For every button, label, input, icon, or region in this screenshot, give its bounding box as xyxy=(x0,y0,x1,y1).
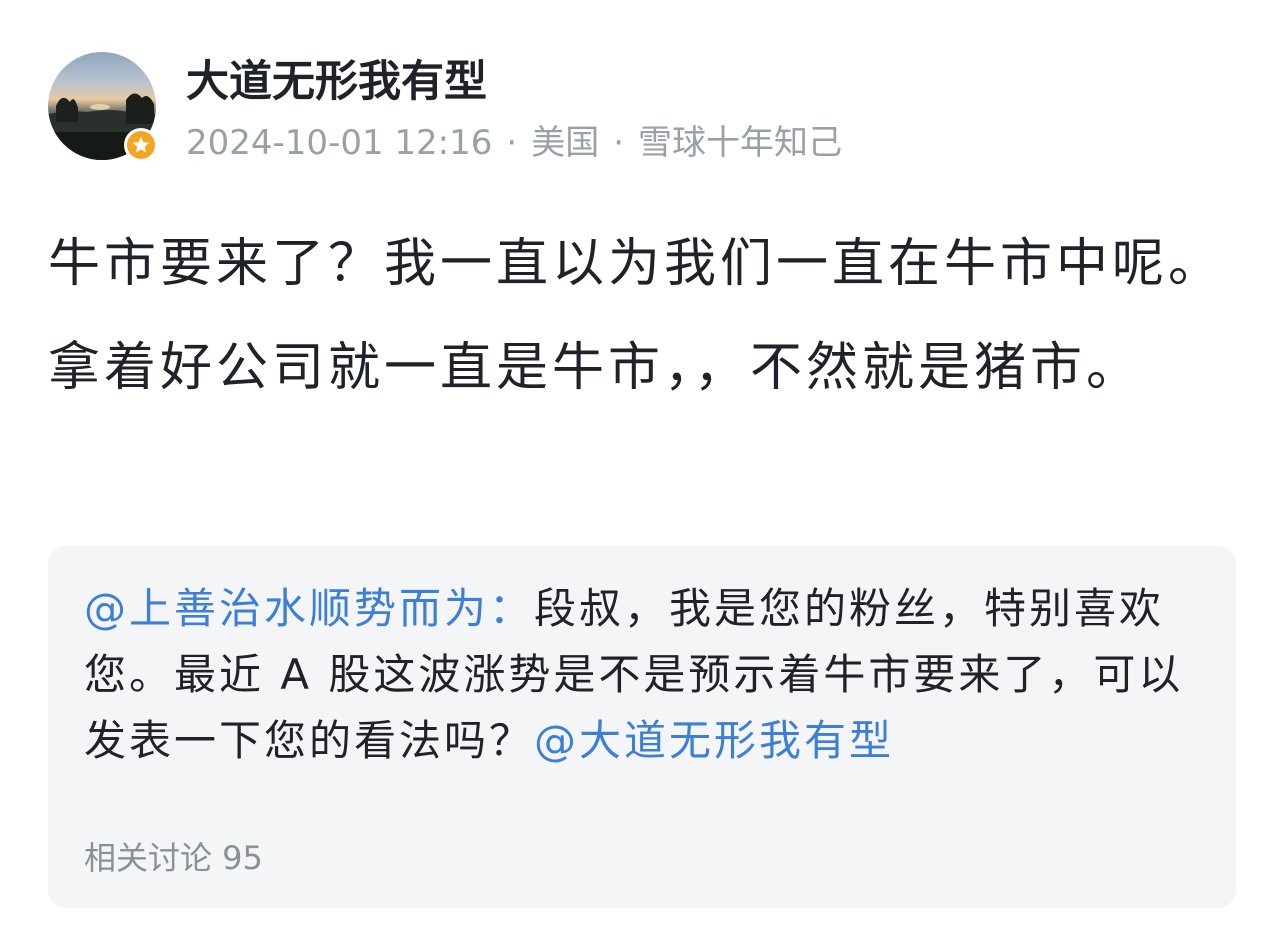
author-avatar[interactable] xyxy=(48,52,158,162)
meta-separator: · xyxy=(613,123,625,163)
meta-separator: · xyxy=(506,123,518,163)
related-discussions[interactable]: 相关讨论 95 xyxy=(84,838,263,878)
verified-badge xyxy=(124,128,158,162)
post-location: 美国 xyxy=(531,123,600,163)
quoted-user-mention[interactable]: @上善治水顺势而为： xyxy=(84,584,534,633)
author-name[interactable]: 大道无形我有型 xyxy=(186,56,487,108)
post-detail: 大道无形我有型 2024-10-01 12:16 · 美国 · 雪球十年知己 牛市要来了… xyxy=(0,0,1284,940)
star-icon xyxy=(132,136,150,153)
quoted-text: @上善治水顺势而为：段叔，我是您的粉丝，特别喜欢您。最近 A 股这波涨势是不是预… xyxy=(84,576,1214,774)
trailing-mention[interactable]: @大道无形我有型 xyxy=(534,716,894,765)
relation-label: 雪球十年知己 xyxy=(638,123,843,163)
quoted-question-card[interactable]: @上善治水顺势而为：段叔，我是您的粉丝，特别喜欢您。最近 A 股这波涨势是不是预… xyxy=(48,546,1236,908)
post-content: 牛市要来了？我一直以为我们一直在牛市中呢。拿着好公司就一直是牛市，，不然就是猪市… xyxy=(48,234,1225,398)
post-meta: 2024-10-01 12:16 · 美国 · 雪球十年知己 xyxy=(186,122,842,164)
post-timestamp: 2024-10-01 12:16 xyxy=(186,123,493,163)
